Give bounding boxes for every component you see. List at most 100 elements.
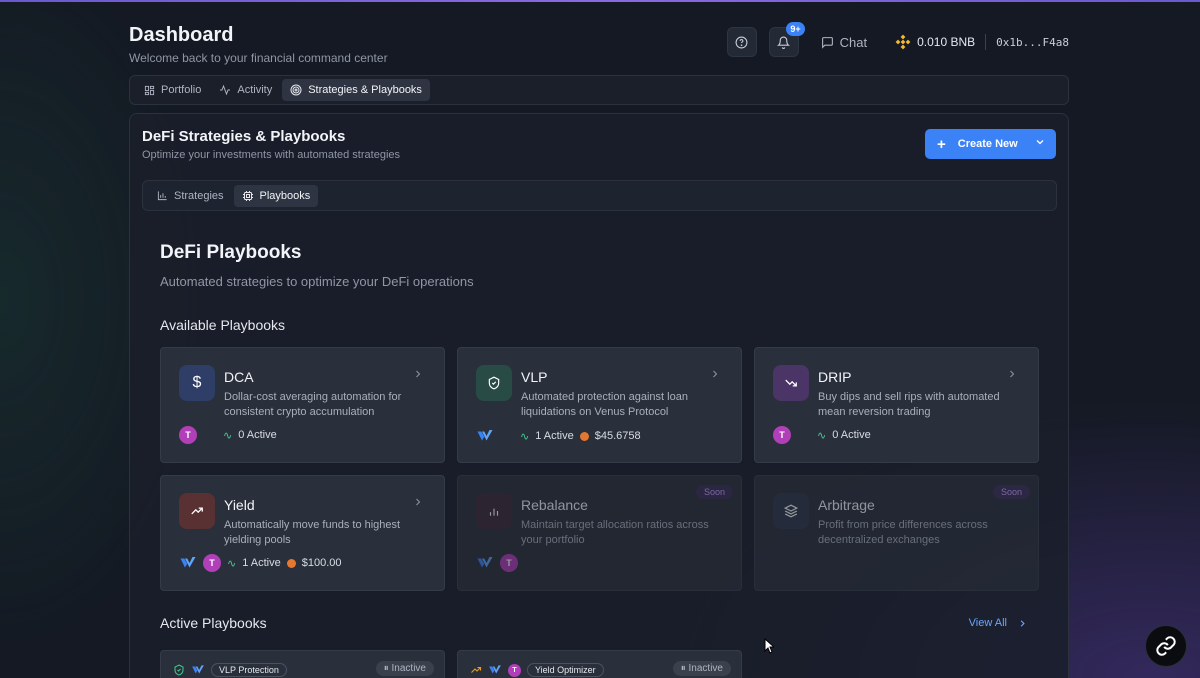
- playbook-card-yield[interactable]: Yield Automatically move funds to highes…: [160, 475, 445, 591]
- shield-icon: [174, 664, 184, 676]
- panel-subtitle: Optimize your investments with automated…: [142, 149, 401, 161]
- card-name: Arbitrage: [818, 497, 875, 513]
- help-button[interactable]: [726, 27, 757, 57]
- view-all-label: View All: [968, 617, 1007, 629]
- tab-portfolio-label: Portfolio: [161, 84, 202, 96]
- view-all-link[interactable]: View All: [969, 617, 1028, 629]
- card-description: Profit from price differences across dec…: [818, 519, 988, 546]
- card-description: Automated protection against loan liquid…: [521, 391, 688, 418]
- card-description: Dollar-cost averaging automation for con…: [224, 391, 402, 418]
- playbook-card-arbitrage: Arbitrage Profit from price differences …: [754, 475, 1039, 591]
- playbook-card-drip[interactable]: DRIP Buy dips and sell rips with automat…: [754, 347, 1039, 463]
- tab-strategies-label: Strategies & Playbooks: [308, 84, 422, 96]
- status-label: Inactive: [391, 663, 426, 674]
- cpu-icon: [242, 190, 253, 201]
- card-name: VLP: [521, 369, 548, 385]
- panel-title: DeFi Strategies & Playbooks: [142, 128, 346, 145]
- active-playbook-card-vlp[interactable]: VLP Protection ⏸ Inactive: [160, 650, 445, 678]
- main-tabs: Portfolio Activity Strategies & Playbook…: [129, 75, 1069, 105]
- dollar-icon: $: [179, 365, 215, 401]
- soon-badge: Soon: [695, 485, 733, 499]
- coin-icon: [286, 558, 296, 568]
- card-footer: T ∿ 0 Active: [179, 426, 277, 444]
- chat-icon: [821, 36, 833, 49]
- card-description: Automatically move funds to highest yiel…: [224, 519, 401, 546]
- token-t-icon: T: [179, 426, 197, 444]
- venus-icon: [489, 665, 501, 674]
- active-playbook-header: VLP Protection: [173, 663, 287, 677]
- coin-icon: [579, 431, 589, 441]
- chevron-right-icon: [1020, 619, 1025, 627]
- tab-activity-label: Activity: [237, 84, 273, 96]
- tab-playbooks-label: Playbooks: [259, 189, 311, 202]
- plus-icon: +: [937, 135, 946, 153]
- card-footer: ∿ 1 Active $45.6758: [476, 428, 641, 444]
- notification-badge: 9+: [786, 22, 805, 36]
- active-playbook-card-yield[interactable]: T Yield Optimizer ⏸ Inactive: [457, 650, 742, 678]
- activity-pulse-icon: ∿: [227, 557, 237, 570]
- bell-icon: [777, 36, 791, 49]
- activity-pulse-icon: ∿: [223, 429, 233, 442]
- card-description: Buy dips and sell rips with automated me…: [818, 391, 1000, 418]
- playbook-card-rebalance: Rebalance Maintain target allocation rat…: [457, 475, 742, 591]
- wallet-address: 0x1b...F4a8: [996, 35, 1069, 49]
- playbook-card-dca[interactable]: $ DCA Dollar-cost averaging automation f…: [160, 347, 445, 463]
- venus-icon: [180, 557, 196, 568]
- tab-activity[interactable]: Activity: [211, 79, 280, 101]
- tab-playbooks[interactable]: Playbooks: [233, 184, 319, 207]
- active-playbook-name: VLP Protection: [211, 663, 287, 677]
- layers-icon: [773, 493, 809, 529]
- active-count: 1 Active: [535, 430, 574, 442]
- card-footer: T ∿ 0 Active: [773, 426, 871, 444]
- card-amount: $45.6758: [594, 430, 641, 442]
- bar-chart-icon: [476, 493, 512, 529]
- chat-button[interactable]: Chat: [811, 35, 883, 50]
- tab-strategies[interactable]: Strategies: [149, 185, 232, 207]
- wallet-balance: 0.010 BNB: [917, 35, 976, 49]
- token-t-icon: T: [500, 554, 518, 572]
- active-count: 0 Active: [238, 429, 277, 441]
- page-header: Dashboard Welcome back to your financial…: [129, 22, 1069, 65]
- chevron-right-icon: [1010, 370, 1015, 378]
- top-accent-line: [0, 0, 1200, 2]
- token-t-icon: T: [203, 554, 221, 572]
- status-label: Inactive: [688, 663, 723, 674]
- card-name: DCA: [224, 369, 254, 385]
- bar-chart-icon: [157, 191, 167, 201]
- activity-pulse-icon: ∿: [520, 430, 530, 443]
- token-t-icon: T: [773, 426, 791, 444]
- status-badge: ⏸ Inactive: [375, 661, 434, 676]
- create-new-label: Create New: [957, 138, 1018, 150]
- create-new-button[interactable]: + Create New: [925, 129, 1056, 159]
- venus-icon: [192, 665, 204, 674]
- active-playbook-header: T Yield Optimizer: [470, 663, 604, 677]
- header-actions: 9+ Chat 0.010 BNB 0x1b...F4a8: [726, 22, 1069, 57]
- wallet-divider: [985, 34, 987, 50]
- help-icon: [735, 36, 748, 48]
- card-footer: T ∿ 1 Active $100.00: [179, 554, 342, 572]
- chevron-right-icon: [416, 498, 421, 506]
- card-footer: T: [476, 554, 518, 572]
- connect-fab-button[interactable]: [1145, 625, 1187, 667]
- venus-icon: [477, 557, 493, 568]
- card-description: Maintain target allocation ratios across…: [521, 519, 709, 546]
- active-playbooks-title: Active Playbooks: [160, 615, 267, 631]
- playbooks-title: DeFi Playbooks: [160, 242, 302, 263]
- notifications-button[interactable]: 9+: [768, 22, 805, 57]
- card-name: Yield: [224, 497, 255, 513]
- shield-icon: [476, 365, 512, 401]
- active-count: 0 Active: [832, 429, 871, 441]
- playbook-card-vlp[interactable]: VLP Automated protection against loan li…: [457, 347, 742, 463]
- strategies-panel: DeFi Strategies & Playbooks Optimize you…: [129, 113, 1069, 678]
- activity-icon: [220, 84, 231, 96]
- sub-tabs: Strategies Playbooks: [142, 180, 1057, 211]
- active-playbook-name: Yield Optimizer: [527, 663, 604, 677]
- wallet-button[interactable]: 0.010 BNB 0x1b...F4a8: [895, 34, 1069, 50]
- chevron-down-icon[interactable]: [1034, 136, 1046, 148]
- link-icon: [1156, 636, 1176, 656]
- tab-strategies-playbooks[interactable]: Strategies & Playbooks: [282, 79, 430, 101]
- tab-portfolio[interactable]: Portfolio: [136, 79, 209, 101]
- chat-label: Chat: [839, 34, 868, 50]
- card-name: DRIP: [818, 369, 852, 385]
- available-playbooks-title: Available Playbooks: [160, 317, 286, 333]
